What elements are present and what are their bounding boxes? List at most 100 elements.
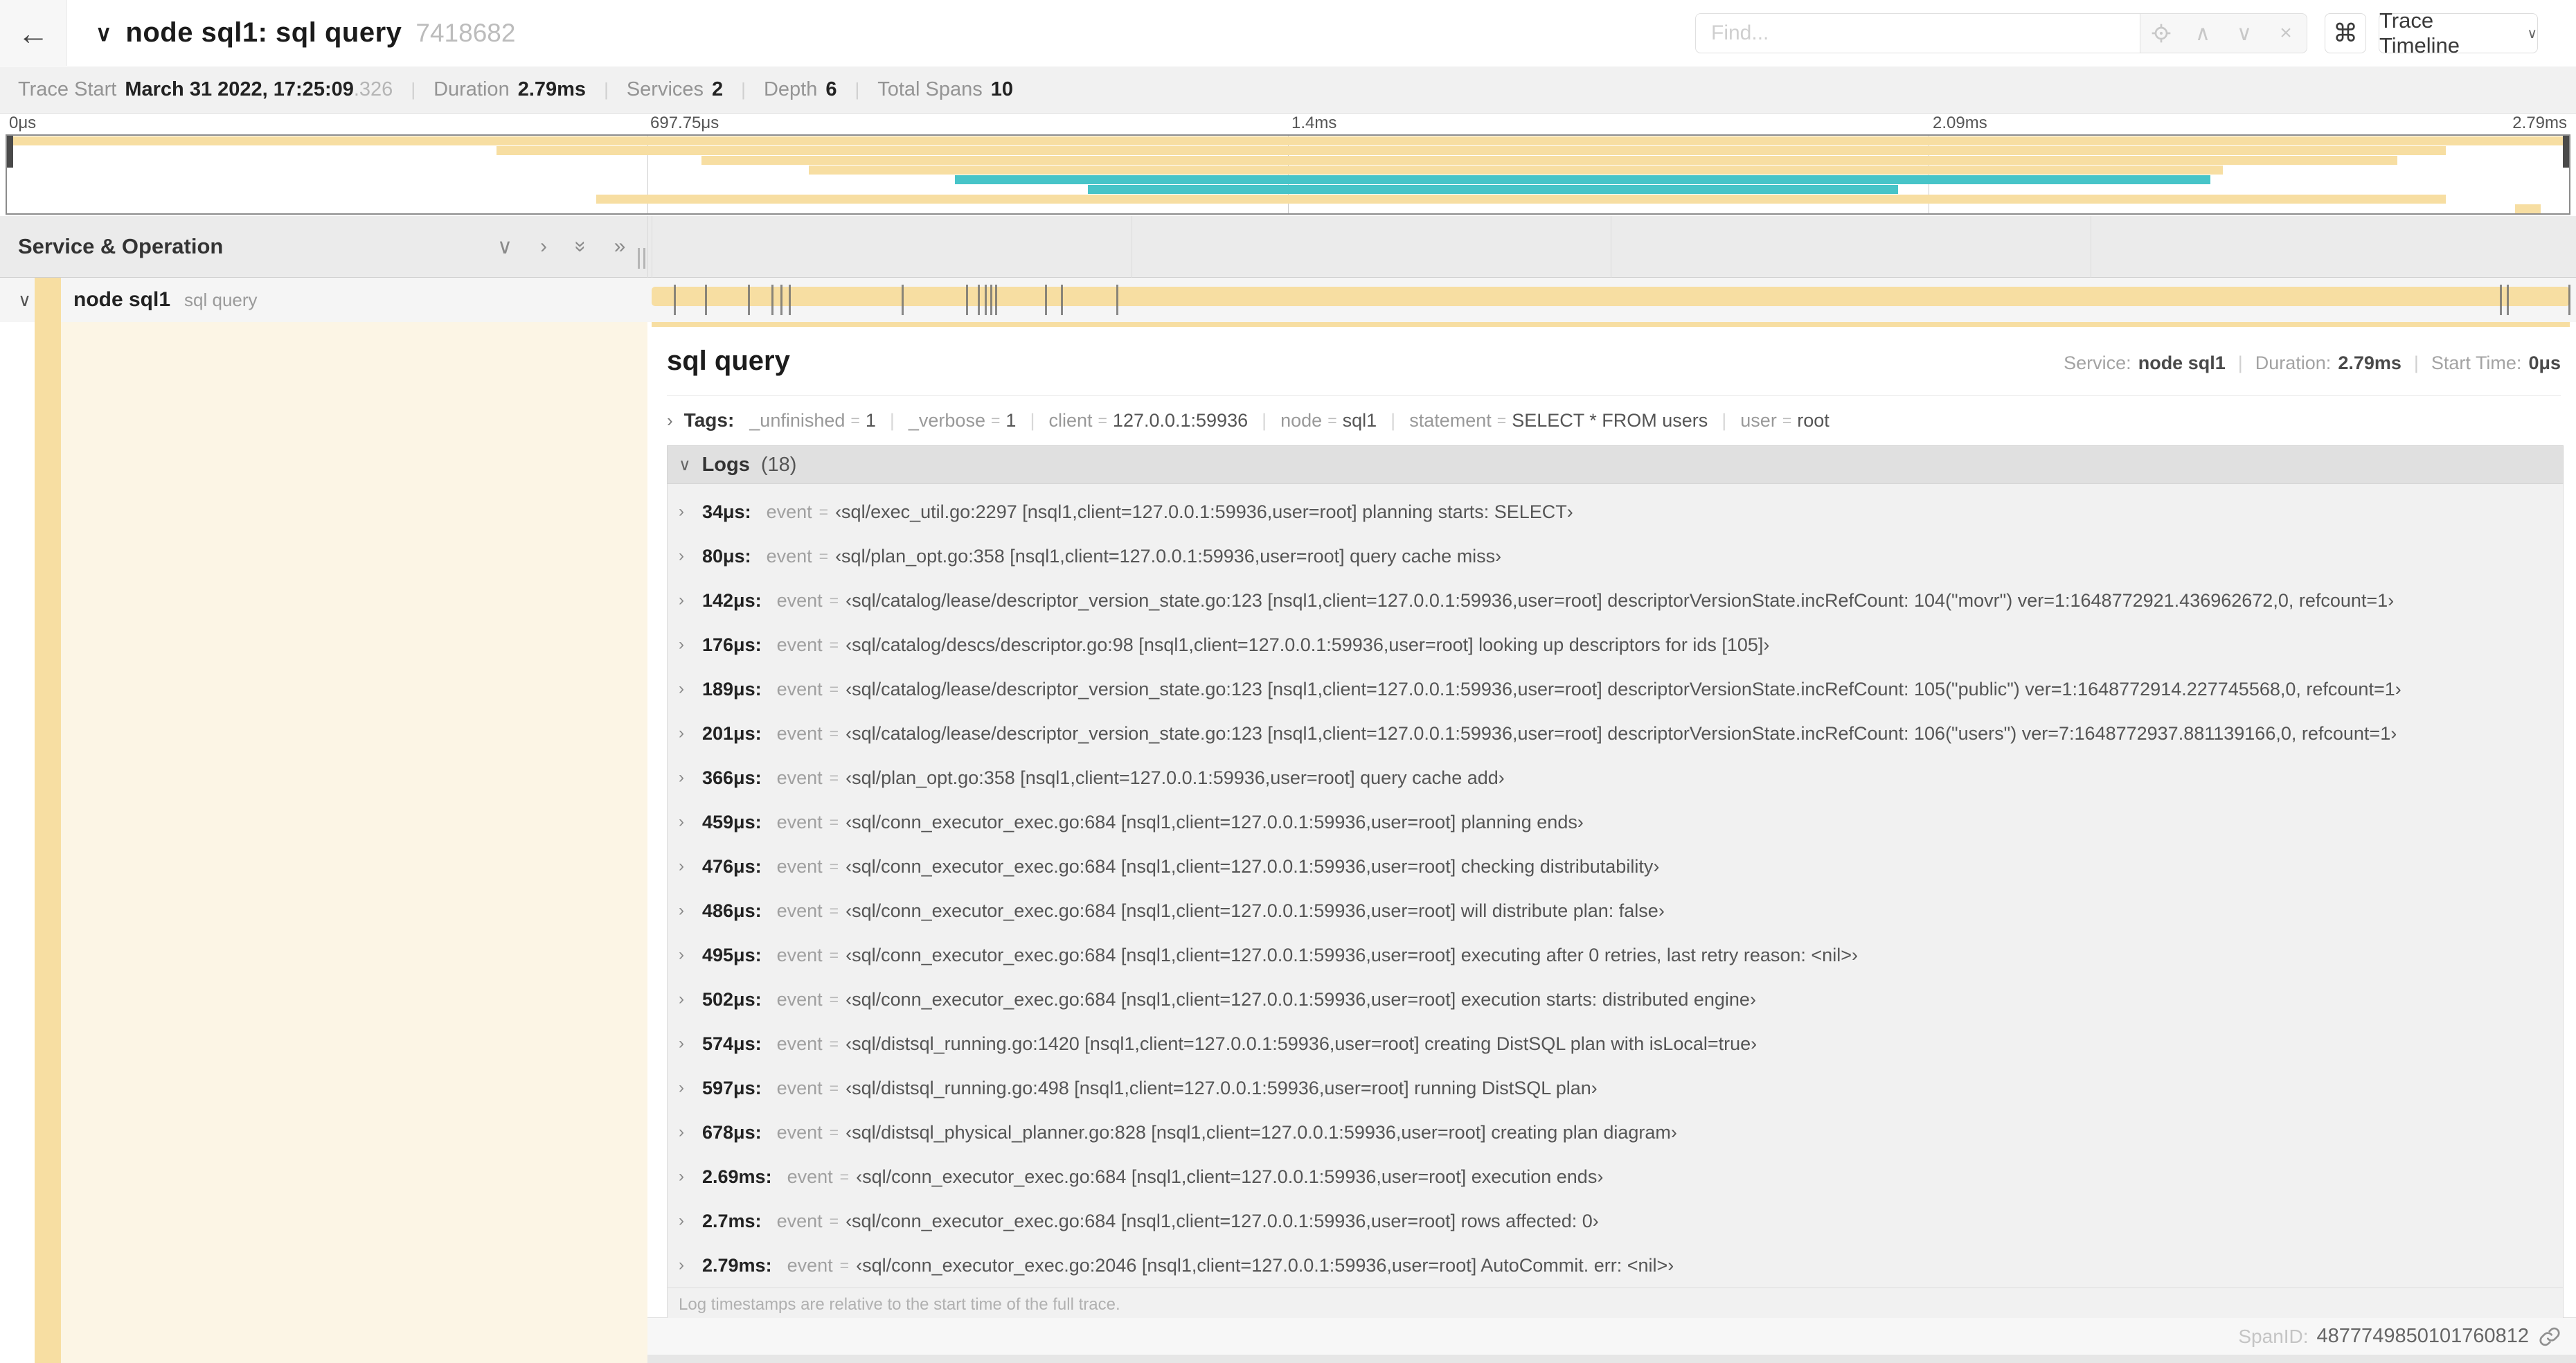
log-field-name: event <box>766 545 812 567</box>
log-equals: = <box>829 591 839 609</box>
back-button[interactable]: ← <box>0 0 67 66</box>
log-entry-row[interactable]: › 142μs: event = ‹sql/catalog/lease/desc… <box>668 578 2563 623</box>
next-match-icon[interactable]: ∨ <box>2230 21 2258 46</box>
expand-all-icon[interactable]: » <box>614 235 626 258</box>
prev-match-icon[interactable]: ∧ <box>2189 21 2217 46</box>
log-entry-row[interactable]: › 2.69ms: event = ‹sql/conn_executor_exe… <box>668 1155 2563 1199</box>
view-selector-dropdown[interactable]: Trace Timeline ∨ <box>2379 8 2538 57</box>
detail-row-left-gutter <box>0 322 647 1363</box>
log-equals: = <box>829 724 839 742</box>
log-field-name: event <box>776 944 823 965</box>
chevron-right-icon: › <box>679 1123 684 1141</box>
log-field-name: event <box>776 1033 823 1054</box>
span-tag[interactable]: user = root <box>1740 410 1830 431</box>
log-timestamp: 574μs: <box>702 1033 762 1054</box>
tag-key: _unfinished <box>749 409 846 431</box>
trace-minimap[interactable] <box>6 134 2570 215</box>
minimap-right-scrubber[interactable] <box>2563 136 2569 168</box>
log-entry-row[interactable]: › 495μs: event = ‹sql/conn_executor_exec… <box>668 933 2563 977</box>
trace-title-wrap: ∨ node sql1: sql query 7418682 <box>96 0 515 66</box>
log-marker <box>2506 285 2509 315</box>
chevron-right-icon: › <box>667 409 673 431</box>
collapse-all-icon[interactable]: » <box>569 241 592 253</box>
deep-link-icon[interactable] <box>2539 1326 2561 1348</box>
log-entry-row[interactable]: › 366μs: event = ‹sql/plan_opt.go:358 [n… <box>668 756 2563 800</box>
log-entry-row[interactable]: › 201μs: event = ‹sql/catalog/lease/desc… <box>668 711 2563 756</box>
chevron-down-icon[interactable]: ∨ <box>18 278 31 322</box>
separator: | <box>889 409 895 431</box>
minimap-span-bar <box>2515 204 2541 213</box>
span-tag[interactable]: _verbose = 1 <box>909 410 1017 431</box>
log-entry-row[interactable]: › 678μs: event = ‹sql/distsql_physical_p… <box>668 1110 2563 1155</box>
separator: | <box>855 79 860 100</box>
log-entry-row[interactable]: › 2.7ms: event = ‹sql/conn_executor_exec… <box>668 1199 2563 1243</box>
tag-equals: = <box>1327 411 1337 429</box>
column-resizer-handle[interactable] <box>638 248 645 269</box>
collapse-controls: ∨ › » » <box>497 216 625 277</box>
log-value: ‹sql/conn_executor_exec.go:684 [nsql1,cl… <box>846 1210 1599 1231</box>
log-field-name: event <box>787 1166 833 1187</box>
keyboard-shortcuts-button[interactable]: ⌘ <box>2325 13 2366 53</box>
log-entry-row[interactable]: › 486μs: event = ‹sql/conn_executor_exec… <box>668 889 2563 933</box>
log-equals: = <box>829 768 839 787</box>
logs-footer-wrap: Log timestamps are relative to the start… <box>667 1288 2564 1322</box>
span-duration-bar[interactable] <box>652 287 2570 306</box>
log-field-name: event <box>776 900 823 921</box>
timeline-tick-label: 2.79ms <box>2512 114 2567 132</box>
span-tag[interactable]: node = sql1 <box>1280 410 1377 431</box>
log-marker <box>780 285 782 315</box>
log-entry-row[interactable]: › 176μs: event = ‹sql/catalog/descs/desc… <box>668 623 2563 667</box>
span-row[interactable]: ∨ node sql1 sql query <box>0 278 2576 322</box>
span-bar-host <box>652 278 2570 322</box>
minimap-left-scrubber[interactable] <box>7 136 13 168</box>
logs-header[interactable]: ∨ Logs (18) <box>667 445 2564 484</box>
expand-one-icon[interactable]: › <box>540 235 547 258</box>
chevron-right-icon: › <box>679 768 684 787</box>
tags-row[interactable]: › Tags: _unfinished = 1 | _verbose = 1 |… <box>667 404 1830 437</box>
span-tag[interactable]: statement = SELECT * FROM users <box>1409 410 1708 431</box>
separator: | <box>411 79 416 100</box>
log-marker <box>788 285 791 315</box>
log-entry-row[interactable]: › 189μs: event = ‹sql/catalog/lease/desc… <box>668 667 2563 711</box>
log-entry-row[interactable]: › 459μs: event = ‹sql/conn_executor_exec… <box>668 800 2563 844</box>
log-marker <box>1116 285 1119 315</box>
chevron-right-icon: › <box>679 1211 684 1230</box>
collapse-one-icon[interactable]: ∨ <box>497 235 512 259</box>
log-value: ‹sql/exec_util.go:2297 [nsql1,client=127… <box>835 501 1573 522</box>
chevron-down-icon[interactable]: ∨ <box>96 20 111 46</box>
find-input[interactable] <box>1695 13 2140 53</box>
minimap-span-bar <box>1088 185 1898 194</box>
chevron-right-icon: › <box>679 635 684 654</box>
log-field-name: event <box>776 988 823 1010</box>
service-value: node sql1 <box>2138 353 2226 373</box>
minimap-rows <box>7 136 2569 213</box>
log-field-name: event <box>766 501 812 522</box>
span-detail-meta: Service: node sql1 | Duration: 2.79ms | … <box>2064 353 2561 374</box>
log-field-name: event <box>776 855 823 877</box>
minimap-span-bar <box>701 156 2398 165</box>
clear-search-icon[interactable]: × <box>2272 21 2300 45</box>
page-title: node sql1: sql query <box>125 17 402 48</box>
span-tag[interactable]: client = 127.0.0.1:59936 <box>1048 410 1248 431</box>
span-id-bar: SpanID: 4877749850101760812 <box>647 1318 2576 1355</box>
log-timestamp: 189μs: <box>702 678 762 700</box>
tag-value: 1 <box>865 409 876 431</box>
chevron-down-icon: ∨ <box>2527 26 2537 42</box>
tag-value: root <box>1797 409 1830 431</box>
log-entry-row[interactable]: › 597μs: event = ‹sql/distsql_running.go… <box>668 1066 2563 1110</box>
log-entry-row[interactable]: › 476μs: event = ‹sql/conn_executor_exec… <box>668 844 2563 889</box>
chevron-down-icon: ∨ <box>679 455 691 474</box>
log-entry-row[interactable]: › 502μs: event = ‹sql/conn_executor_exec… <box>668 977 2563 1022</box>
span-color-accent <box>35 278 61 322</box>
locate-icon[interactable] <box>2147 22 2175 44</box>
log-timestamp: 597μs: <box>702 1077 762 1098</box>
service-label: Service: <box>2064 353 2131 373</box>
log-entry-row[interactable]: › 2.79ms: event = ‹sql/conn_executor_exe… <box>668 1243 2563 1288</box>
log-entry-row[interactable]: › 574μs: event = ‹sql/distsql_running.go… <box>668 1022 2563 1066</box>
log-field-name: event <box>776 722 823 744</box>
minimap-span-bar <box>496 146 2447 155</box>
log-entry-row[interactable]: › 34μs: event = ‹sql/exec_util.go:2297 [… <box>668 490 2563 534</box>
log-equals: = <box>829 1078 839 1097</box>
span-tag[interactable]: _unfinished = 1 <box>749 410 876 431</box>
log-entry-row[interactable]: › 80μs: event = ‹sql/plan_opt.go:358 [ns… <box>668 534 2563 578</box>
